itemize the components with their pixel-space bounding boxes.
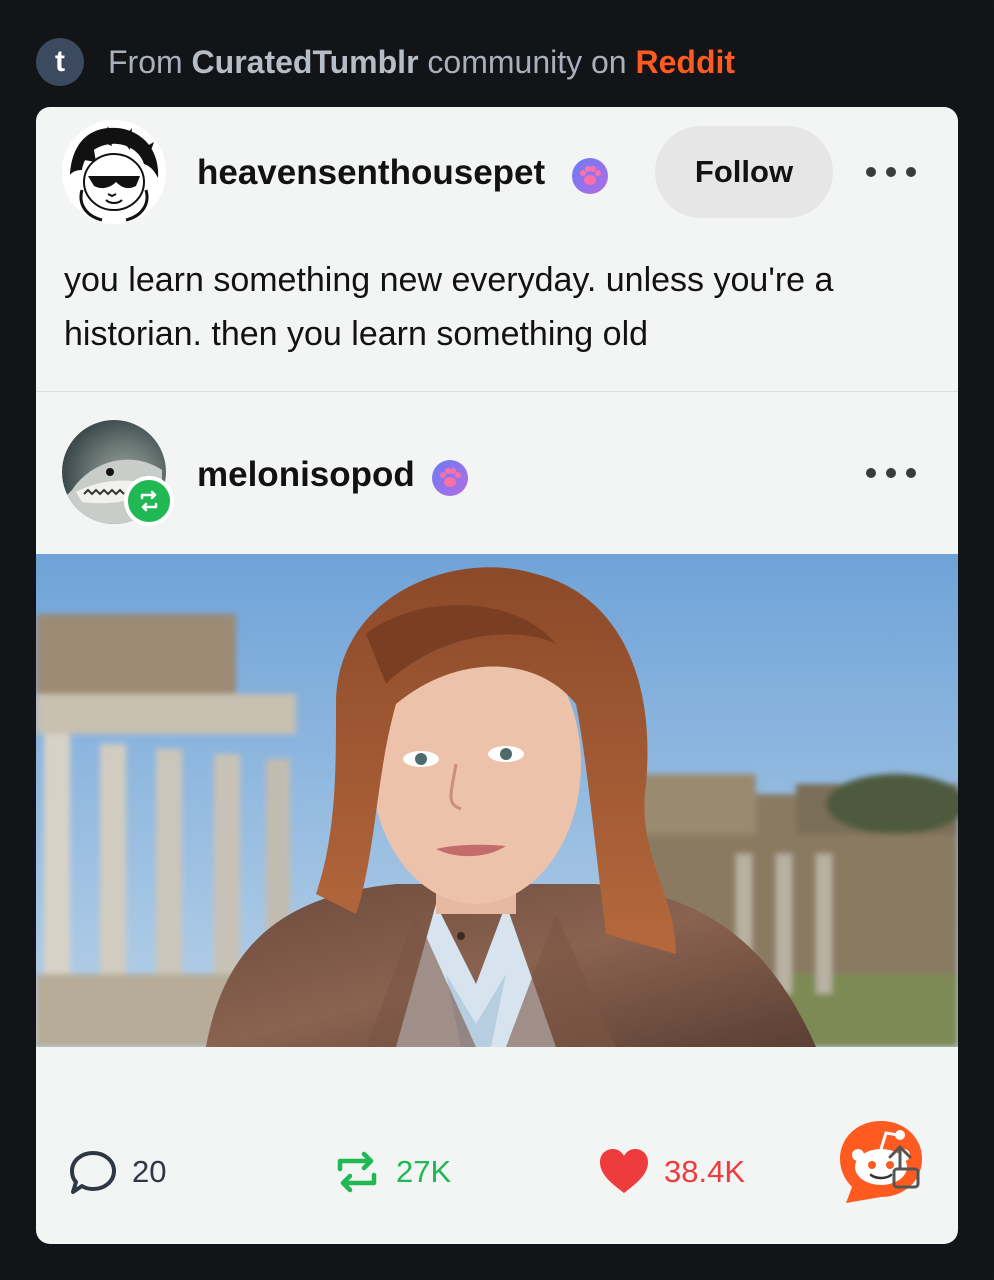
- divider: [36, 391, 958, 392]
- source-bar: t From CuratedTumblr community on Reddit: [36, 38, 735, 86]
- post-header: heavensenthousepet Follow: [36, 107, 958, 242]
- comment-bubble-icon: [70, 1151, 116, 1194]
- paw-badge-icon: [572, 158, 608, 194]
- post-card: heavensenthousepet Follow you learn some…: [36, 107, 958, 1244]
- post-body-text: you learn something new everyday. unless…: [64, 261, 834, 353]
- community-link[interactable]: CuratedTumblr: [192, 44, 419, 80]
- reblog-count: 27K: [396, 1154, 452, 1189]
- like-count: 38.4K: [664, 1154, 746, 1189]
- source-attribution: From CuratedTumblr community on Reddit: [108, 44, 735, 81]
- reblog-badge-icon: [124, 476, 174, 526]
- comment-count: 20: [132, 1154, 167, 1189]
- reblogger-username[interactable]: melonisopod: [197, 455, 415, 495]
- more-options-icon[interactable]: [866, 162, 916, 182]
- source-from-label: From: [108, 43, 183, 80]
- comment-button[interactable]: 20: [68, 1147, 166, 1197]
- heart-icon: [600, 1149, 648, 1193]
- reddit-snoo-icon[interactable]: [836, 1117, 926, 1207]
- reblog-button[interactable]: 27K: [332, 1147, 451, 1197]
- follow-button[interactable]: Follow: [655, 126, 833, 218]
- author-avatar[interactable]: [62, 120, 166, 224]
- author-username[interactable]: heavensenthousepet: [197, 153, 545, 193]
- paw-badge-icon: [432, 460, 468, 496]
- source-mid-label: community on: [427, 43, 627, 80]
- reblog-arrows-icon: [337, 1151, 377, 1193]
- reddit-link[interactable]: Reddit: [635, 44, 735, 80]
- post-photo[interactable]: [36, 554, 958, 1047]
- like-button[interactable]: 38.4K: [598, 1147, 745, 1197]
- tumblr-logo-icon: t: [36, 38, 84, 86]
- embed-frame: t From CuratedTumblr community on Reddit: [0, 0, 994, 1280]
- more-options-icon[interactable]: [866, 463, 916, 483]
